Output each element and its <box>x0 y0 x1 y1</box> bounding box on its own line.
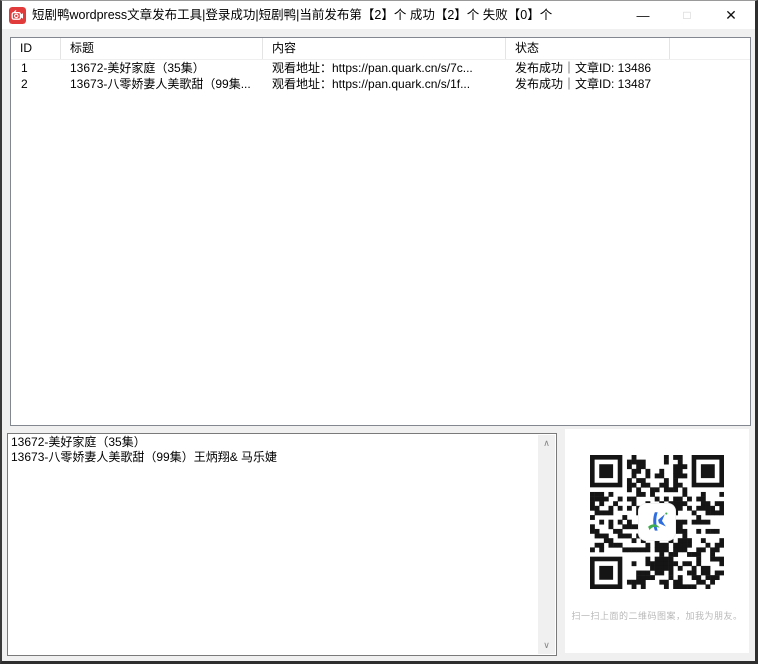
column-header-id[interactable]: ID <box>11 38 61 59</box>
app-icon <box>9 7 26 24</box>
cell-filler <box>670 60 750 76</box>
cell-id: 1 <box>11 60 61 76</box>
cell-content: 观看地址：https://pan.quark.cn/s/7c... <box>263 60 506 76</box>
cell-status: 发布成功｜文章ID: 13487 <box>506 76 670 92</box>
textarea-content: 13672-美好家庭（35集）13673-八零娇妻人美歌甜（99集）王炳翔& 马… <box>11 435 536 653</box>
cell-id: 2 <box>11 76 61 92</box>
table-header: ID 标题 内容 状态 <box>11 38 750 60</box>
window-controls: — □ ✕ <box>621 1 753 29</box>
scroll-down-icon[interactable]: ∨ <box>538 637 555 654</box>
textarea-line: 13672-美好家庭（35集） <box>11 435 536 450</box>
titles-textarea[interactable]: 13672-美好家庭（35集）13673-八零娇妻人美歌甜（99集）王炳翔& 马… <box>7 433 557 656</box>
minimize-button[interactable]: — <box>621 1 665 29</box>
cell-title: 13673-八零娇妻人美歌甜（99集... <box>61 76 263 92</box>
cell-content: 观看地址：https://pan.quark.cn/s/1f... <box>263 76 506 92</box>
textarea-line: 13673-八零娇妻人美歌甜（99集）王炳翔& 马乐婕 <box>11 450 536 465</box>
column-header-status[interactable]: 状态 <box>506 38 670 59</box>
column-header-title[interactable]: 标题 <box>61 38 263 59</box>
qr-code <box>590 455 724 589</box>
titlebar: 短剧鸭wordpress文章发布工具|登录成功|短剧鸭|当前发布第【2】个 成功… <box>2 1 755 29</box>
textarea-scrollbar[interactable]: ∧ ∨ <box>538 435 555 654</box>
table-row[interactable]: 113672-美好家庭（35集）观看地址：https://pan.quark.c… <box>11 60 750 76</box>
publish-results-table: ID 标题 内容 状态 113672-美好家庭（35集）观看地址：https:/… <box>10 37 751 426</box>
cell-filler <box>670 76 750 92</box>
table-body: 113672-美好家庭（35集）观看地址：https://pan.quark.c… <box>11 60 750 92</box>
column-header-filler <box>670 38 750 59</box>
table-row[interactable]: 213673-八零娇妻人美歌甜（99集...观看地址：https://pan.q… <box>11 76 750 92</box>
cell-title: 13672-美好家庭（35集） <box>61 60 263 76</box>
qr-caption: 扫一扫上面的二维码图案，加我为朋友。 <box>565 609 749 622</box>
close-button[interactable]: ✕ <box>709 1 753 29</box>
scroll-up-icon[interactable]: ∧ <box>538 435 555 452</box>
qr-panel: 扫一扫上面的二维码图案，加我为朋友。 <box>565 429 749 653</box>
maximize-button[interactable]: □ <box>665 1 709 29</box>
column-header-content[interactable]: 内容 <box>263 38 506 59</box>
window-title: 短剧鸭wordpress文章发布工具|登录成功|短剧鸭|当前发布第【2】个 成功… <box>32 1 552 29</box>
cell-status: 发布成功｜文章ID: 13486 <box>506 60 670 76</box>
qr-center-logo-icon <box>639 504 675 540</box>
app-window: 短剧鸭wordpress文章发布工具|登录成功|短剧鸭|当前发布第【2】个 成功… <box>0 0 758 664</box>
